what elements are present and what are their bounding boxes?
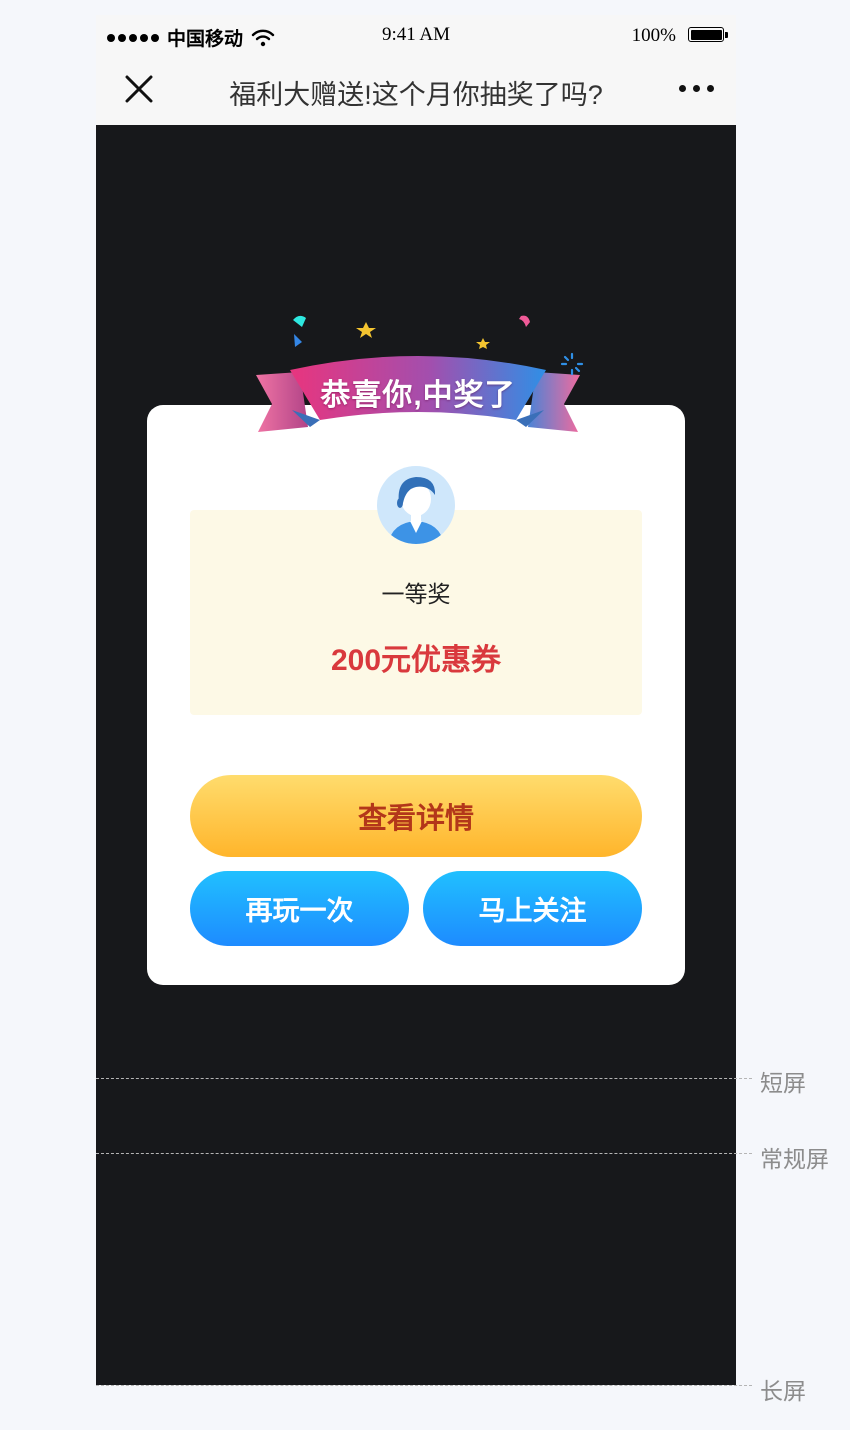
status-bar: 中国移动 9:41 AM 100%	[96, 15, 736, 55]
battery-percent: 100%	[631, 25, 676, 46]
nav-bar: 福利大赠送!这个月你抽奖了吗?	[96, 55, 736, 125]
regular-screen-label: 常规屏	[760, 1146, 829, 1172]
follow-now-button[interactable]: 马上关注	[423, 871, 642, 946]
play-again-button[interactable]: 再玩一次	[190, 871, 409, 946]
regular-screen-guide-line	[96, 1153, 752, 1154]
short-screen-label: 短屏	[760, 1070, 806, 1096]
short-screen-guide-line	[96, 1078, 752, 1079]
page-title: 福利大赠送!这个月你抽奖了吗?	[229, 80, 603, 110]
congrats-banner-text: 恭喜你,中奖了	[320, 379, 516, 412]
view-details-button[interactable]: 查看详情	[190, 775, 642, 857]
long-screen-label: 长屏	[760, 1378, 806, 1404]
prize-name: 200元优惠券	[330, 644, 502, 677]
more-icon[interactable]	[679, 85, 714, 92]
confetti-icon	[294, 334, 302, 347]
user-avatar-icon	[377, 466, 455, 544]
prize-level: 一等奖	[381, 581, 451, 607]
close-icon[interactable]	[122, 72, 156, 106]
long-screen-guide-line	[96, 1385, 752, 1386]
battery-icon	[688, 27, 728, 42]
